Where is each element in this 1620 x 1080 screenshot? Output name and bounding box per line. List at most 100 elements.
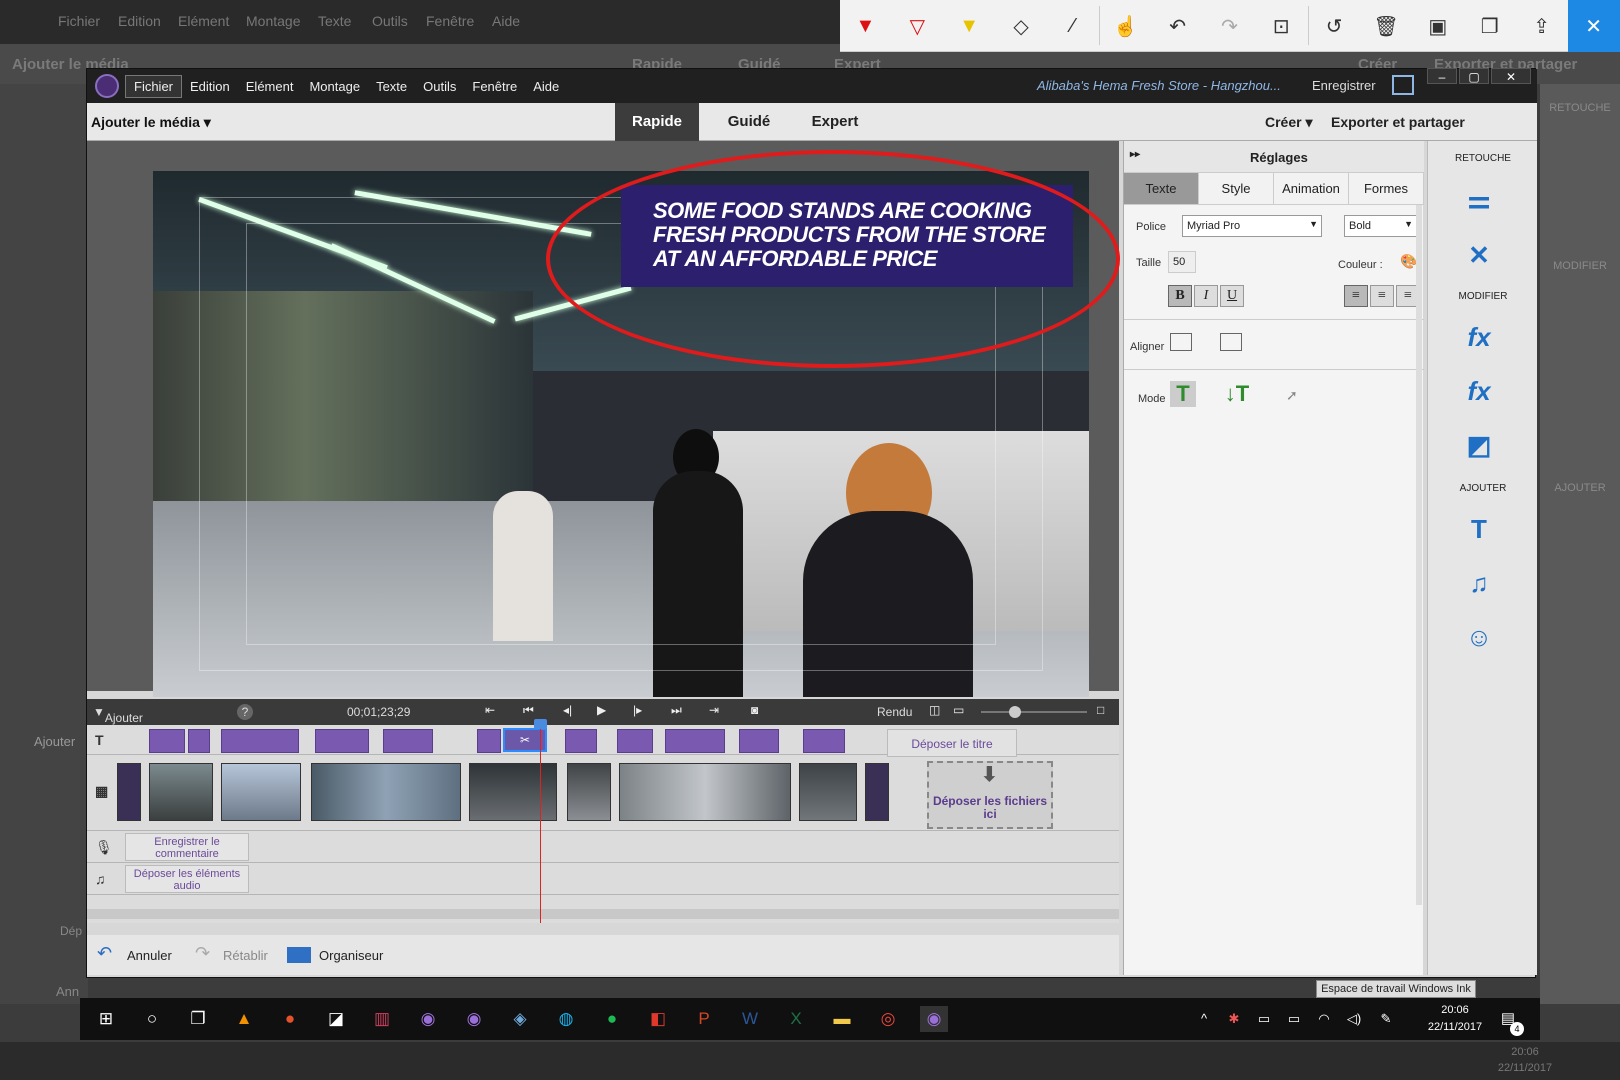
export-share-button[interactable]: Exporter et partager (1331, 114, 1465, 130)
music-icon[interactable]: ♫ (1461, 565, 1497, 601)
tab-expert[interactable]: Expert (793, 103, 877, 141)
step-forward-icon[interactable]: |▸ (633, 703, 642, 717)
video-clip[interactable] (799, 763, 857, 821)
pen-ink-icon[interactable]: ✎ (1372, 1006, 1400, 1032)
size-input[interactable]: 50 (1168, 251, 1196, 273)
align-center-icon[interactable]: ≡ (1370, 285, 1394, 307)
video-clip[interactable] (311, 763, 461, 821)
video-clip[interactable] (117, 763, 141, 821)
title-clip[interactable] (565, 729, 597, 753)
camera-icon[interactable]: ◙ (751, 703, 758, 717)
play-icon[interactable]: ▶ (597, 703, 606, 717)
title-clip[interactable] (221, 729, 299, 753)
powerpoint-icon[interactable]: P (690, 1006, 718, 1032)
crop-icon[interactable]: ⊡ (1256, 0, 1308, 52)
prev-edit-icon[interactable]: ⏮ (523, 703, 534, 718)
minimize-button[interactable]: – (1427, 68, 1457, 84)
video-clip[interactable] (567, 763, 611, 821)
collapse-icon[interactable]: ▸▸ (1130, 149, 1140, 160)
tray-display-icon[interactable]: ▭ (1250, 1006, 1278, 1032)
ruler-icon[interactable]: ⁄ (1047, 0, 1099, 52)
vlc-icon[interactable]: ▲ (230, 1006, 258, 1032)
color-palette-icon[interactable]: 🎨 (1400, 253, 1417, 270)
excel-icon[interactable]: X (782, 1006, 810, 1032)
tray-chevron-icon[interactable]: ^ (1190, 1006, 1218, 1032)
font-select[interactable]: Myriad Pro ▼ (1182, 215, 1322, 237)
tab-texte[interactable]: Texte (1124, 173, 1199, 205)
redo-button[interactable]: Rétablir (223, 948, 268, 963)
ballpoint-pen-icon[interactable]: ▼ (840, 0, 892, 52)
vertical-type-icon[interactable]: ↓T (1224, 381, 1250, 407)
audio-app-icon[interactable]: ▥ (368, 1006, 396, 1032)
touch-writing-icon[interactable]: ☝ (1100, 0, 1152, 52)
title-clip[interactable] (803, 729, 845, 753)
menu-outils[interactable]: Outils (415, 76, 464, 97)
organizer-button[interactable]: Organiseur (319, 948, 383, 963)
title-clip[interactable] (477, 729, 501, 753)
save-link[interactable]: Enregistrer (1312, 78, 1376, 93)
title-clip[interactable] (149, 729, 185, 753)
app-icon[interactable]: ◪ (322, 1006, 350, 1032)
clock[interactable]: 20:06 22/11/2017 (1410, 1002, 1500, 1036)
title-clip[interactable] (383, 729, 433, 753)
volume-icon[interactable]: ◁) (1340, 1006, 1368, 1032)
record-comment-button[interactable]: Enregistrer le commentaire (125, 833, 249, 861)
add-media-dropdown[interactable]: Ajouter le média ▾ (91, 114, 211, 131)
playhead-handle[interactable] (534, 719, 547, 729)
zoom-slider[interactable] (981, 706, 1087, 718)
tools-icon[interactable]: ✕ (1461, 237, 1497, 273)
photoshop-elements-icon[interactable]: ◉ (460, 1006, 488, 1032)
word-icon[interactable]: W (736, 1006, 764, 1032)
align-horizontal-icon[interactable] (1170, 333, 1192, 351)
redo-icon[interactable]: ↷ (195, 943, 210, 964)
windows-start-icon[interactable]: ⊞ (92, 1006, 120, 1032)
title-clip[interactable] (665, 729, 725, 753)
menu-aide[interactable]: Aide (525, 76, 567, 97)
expand-icon[interactable]: □ (1097, 703, 1104, 717)
delete-icon[interactable]: 🗑 (1361, 0, 1413, 52)
goto-start-icon[interactable]: ⇤ (485, 703, 495, 717)
battery-icon[interactable]: ▭ (1280, 1006, 1308, 1032)
effects-icon[interactable]: fx (1461, 373, 1497, 409)
menu-fenetre[interactable]: Fenêtre (464, 76, 525, 97)
maximize-button[interactable]: ▢ (1459, 68, 1489, 84)
video-clip[interactable] (221, 763, 301, 821)
copy-icon[interactable]: ❐ (1464, 0, 1516, 52)
tab-rapide[interactable]: Rapide (615, 103, 699, 141)
video-clip[interactable] (149, 763, 213, 821)
graphics-icon[interactable]: ☺ (1461, 619, 1497, 655)
adjustments-icon[interactable]: ⚌ (1461, 181, 1497, 217)
menu-element[interactable]: Elément (238, 76, 302, 97)
title-clip[interactable] (617, 729, 653, 753)
help-icon[interactable]: ? (237, 704, 253, 720)
fullscreen-icon[interactable] (1392, 75, 1414, 95)
close-window-button[interactable]: ✕ (1491, 68, 1531, 84)
transitions-icon[interactable]: ◩ (1461, 427, 1497, 463)
spotify-icon[interactable]: ● (598, 1006, 626, 1032)
eraser-icon[interactable]: ◇ (996, 0, 1048, 52)
redo-icon[interactable]: ↷ (1204, 0, 1256, 52)
pdf-app-icon[interactable]: ◧ (644, 1006, 672, 1032)
weight-select[interactable]: Bold ▼ (1344, 215, 1420, 237)
drop-title-zone[interactable]: Déposer le titre (887, 729, 1017, 757)
menu-edition[interactable]: Edition (182, 76, 238, 97)
tab-formes[interactable]: Formes (1349, 173, 1424, 205)
organizer-icon[interactable] (287, 947, 311, 963)
drop-audio-zone[interactable]: Déposer les éléments audio (125, 865, 249, 893)
goto-end-icon[interactable]: ⇥ (709, 703, 719, 717)
bold-button[interactable]: B (1168, 285, 1192, 307)
view-icon[interactable]: ▭ (953, 703, 964, 717)
video-clip[interactable] (619, 763, 791, 821)
menu-texte[interactable]: Texte (368, 76, 415, 97)
title-clip[interactable] (188, 729, 210, 753)
history-icon[interactable]: ↺ (1309, 0, 1361, 52)
wifi-icon[interactable]: ◠ (1310, 1006, 1338, 1032)
tab-style[interactable]: Style (1199, 173, 1274, 205)
undo-icon[interactable]: ↶ (97, 943, 112, 964)
tab-guide[interactable]: Guidé (707, 103, 791, 141)
italic-button[interactable]: I (1194, 285, 1218, 307)
underline-button[interactable]: U (1220, 285, 1244, 307)
cyan-app-icon[interactable]: ◍ (552, 1006, 580, 1032)
zoom-slider-handle[interactable] (1009, 706, 1021, 718)
playhead[interactable] (534, 719, 547, 923)
